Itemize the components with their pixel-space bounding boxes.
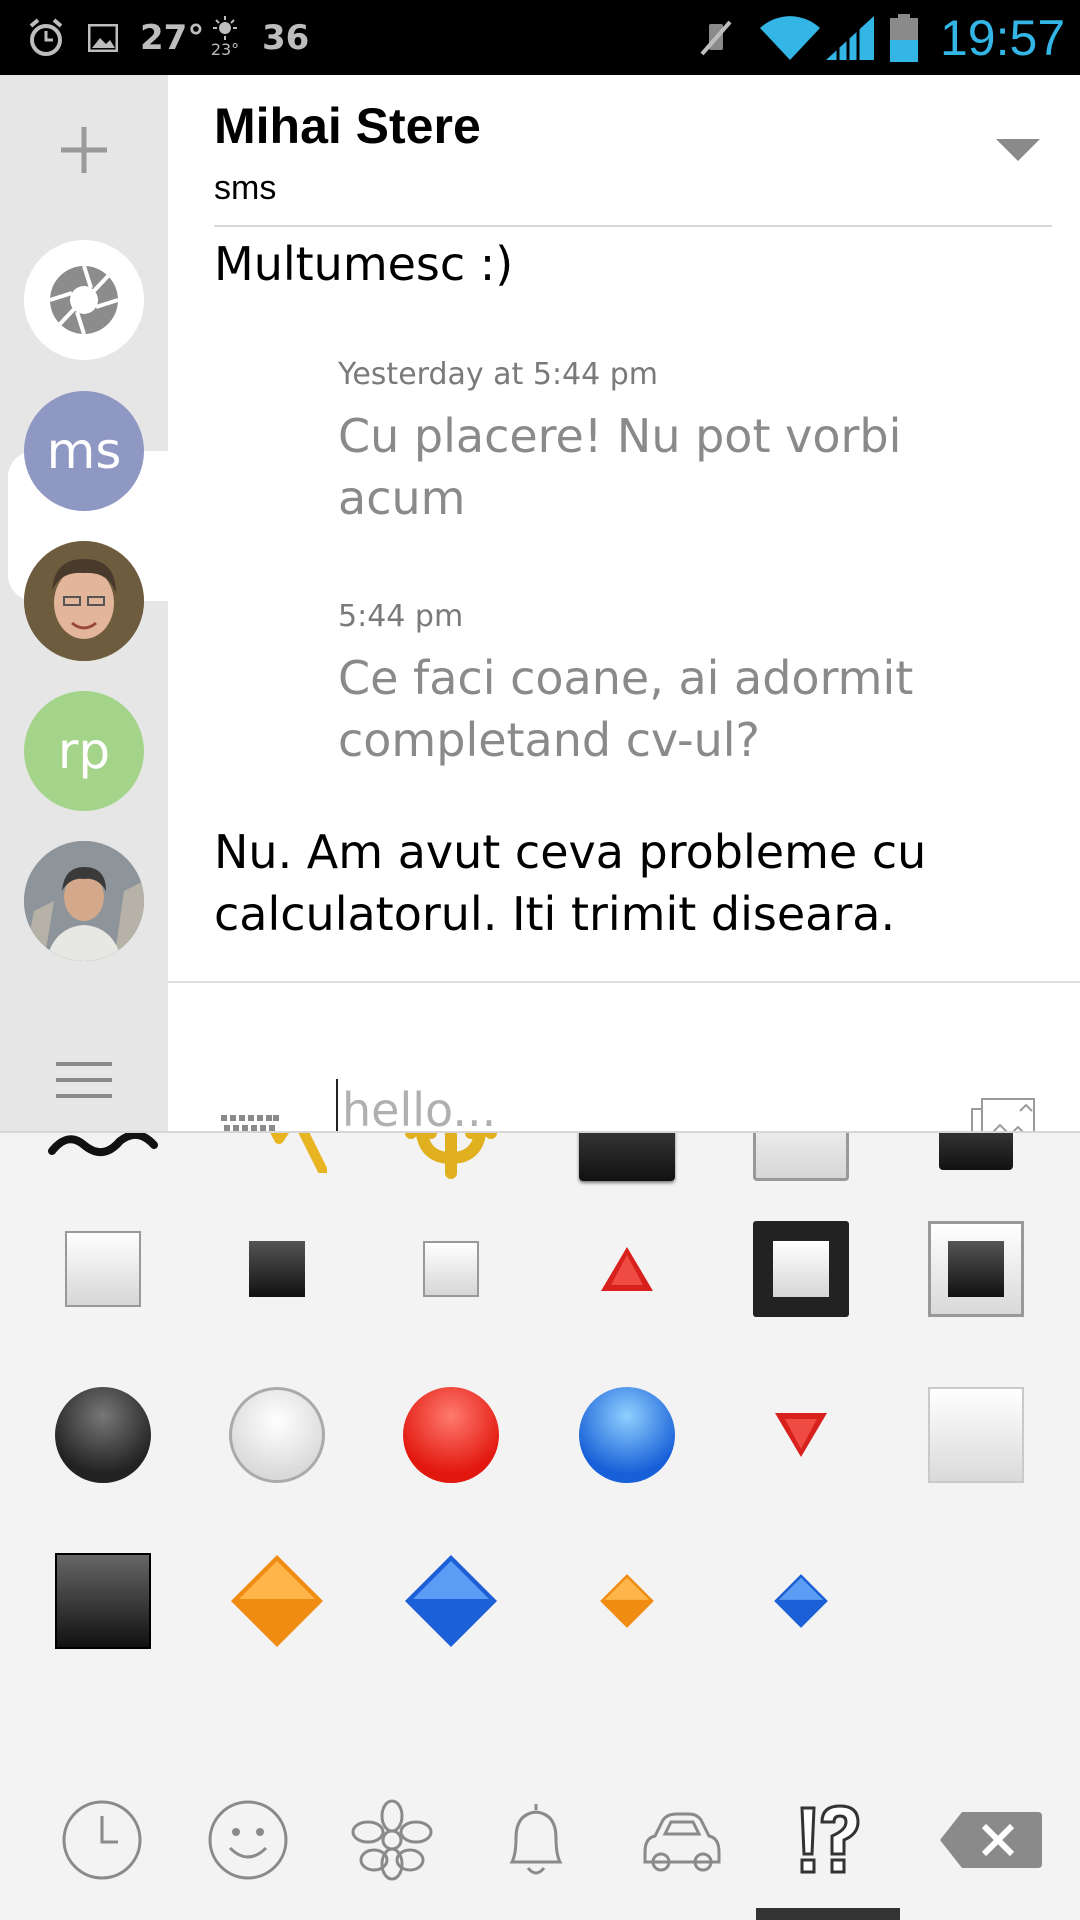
white-square-shape <box>928 1387 1024 1483</box>
white-circle-shape <box>229 1387 325 1483</box>
menu-button[interactable] <box>24 1025 144 1135</box>
avatar-initials: ms <box>46 422 122 480</box>
backspace-icon <box>940 1812 1042 1868</box>
exclamation-question-icon <box>800 1804 860 1874</box>
black-square-shape <box>55 1553 151 1649</box>
emoji-white-small-square[interactable] <box>363 1189 539 1349</box>
channel-label: sms <box>214 169 277 207</box>
conversation-dropdown[interactable] <box>988 125 1048 175</box>
objects-tab[interactable] <box>464 1780 608 1900</box>
white-square-shape <box>753 1133 849 1181</box>
emoji-blue-circle[interactable] <box>539 1355 715 1515</box>
message-outgoing: Multumesc :) <box>214 237 514 291</box>
message-timestamp: Yesterday at 5:44 pm <box>338 357 659 392</box>
emoji-small-blue-diamond[interactable] <box>713 1521 889 1681</box>
message-timestamp: 5:44 pm <box>338 599 464 634</box>
clock-icon <box>62 1800 142 1880</box>
avatar-initials: rp <box>57 722 111 780</box>
emoji-white-medium-small-square[interactable] <box>15 1189 191 1349</box>
orange-diamond-icon <box>600 1574 654 1628</box>
trident-emblem-icon <box>405 1133 497 1179</box>
emoji-large-orange-diamond[interactable] <box>189 1521 365 1681</box>
red-triangle-up-icon <box>601 1247 653 1291</box>
wifi-icon <box>760 0 820 75</box>
car-icon <box>643 1812 721 1872</box>
contact-name: Mihai Stere <box>214 98 481 154</box>
emoji-black-square-button[interactable] <box>713 1189 889 1349</box>
emoji-category-bar <box>0 1780 1080 1920</box>
chevron-down-icon <box>996 139 1040 161</box>
blue-diamond-icon <box>774 1574 828 1628</box>
person-photo-icon <box>24 541 144 661</box>
contact-avatar-rp[interactable]: rp <box>24 691 144 811</box>
weather-small-temp: 23° <box>210 40 240 59</box>
status-bar: 27° 23° 36 19:57 <box>0 0 1080 75</box>
emoji-large-blue-diamond[interactable] <box>363 1521 539 1681</box>
recent-tab[interactable] <box>30 1780 174 1900</box>
battery-icon <box>890 0 918 75</box>
places-tab[interactable] <box>610 1780 754 1900</box>
plus-icon <box>61 127 107 173</box>
smiley-icon <box>208 1800 288 1880</box>
sun-icon <box>213 16 237 40</box>
red-circle-shape <box>403 1387 499 1483</box>
header-divider <box>214 225 1052 227</box>
camera-button[interactable] <box>24 240 144 360</box>
nature-tab[interactable] <box>320 1780 464 1900</box>
contact-avatar-photo-2[interactable] <box>24 841 144 961</box>
emoji-black-small-square[interactable] <box>189 1189 365 1349</box>
black-square-shape <box>249 1241 305 1297</box>
message-incoming: Ce faci coane, ai adormit completand cv-… <box>338 651 914 767</box>
app-root: 27° 23° 36 19:57 ms rp Mihai Stere sms M… <box>0 0 1080 1920</box>
temperature: 27° <box>140 17 205 58</box>
white-square-shape <box>423 1241 479 1297</box>
orange-diamond-icon <box>231 1555 323 1647</box>
contact-avatar-photo-1[interactable] <box>24 541 144 661</box>
emoji-black-large-square[interactable] <box>15 1521 191 1681</box>
red-triangle-down-icon <box>775 1413 827 1457</box>
contact-avatar-ms[interactable]: ms <box>24 391 144 511</box>
signal-icon <box>826 0 874 75</box>
flower-icon <box>351 1799 433 1881</box>
white-square-shape <box>65 1231 141 1307</box>
wavy-dash-icon <box>48 1133 158 1156</box>
weather-widget: 23° <box>210 0 240 75</box>
blue-diamond-icon <box>405 1555 497 1647</box>
emoji-small-orange-diamond[interactable] <box>539 1521 715 1681</box>
emoji-red-triangle-up[interactable] <box>539 1189 715 1349</box>
vibrate-off-icon <box>696 0 736 75</box>
message-incoming: Cu placere! Nu pot vorbi acum <box>338 409 902 525</box>
conversation-pane: Mihai Stere sms Multumesc :) Yesterday a… <box>168 75 1080 1162</box>
person-photo-icon <box>24 841 144 961</box>
blue-circle-shape <box>579 1387 675 1483</box>
black-square-button-shape <box>753 1221 849 1317</box>
symbols-tab[interactable] <box>756 1780 900 1900</box>
alarm-icon <box>28 0 64 75</box>
part-alternation-mark-icon <box>270 1133 327 1173</box>
black-square-shape <box>939 1133 1013 1170</box>
composer-divider <box>168 981 1080 983</box>
message-outgoing: Nu. Am avut ceva probleme cu calculatoru… <box>214 825 927 941</box>
backspace-button[interactable] <box>920 1780 1060 1900</box>
bell-icon <box>509 1804 563 1875</box>
notification-count: 36 <box>262 17 310 58</box>
black-square-shape <box>579 1133 675 1181</box>
add-conversation-button[interactable] <box>24 105 144 195</box>
gallery-icon <box>88 0 118 75</box>
emoji-white-square-button[interactable] <box>888 1189 1064 1349</box>
white-square-button-shape <box>928 1221 1024 1317</box>
selected-tab-indicator <box>756 1908 900 1920</box>
emoji-white-large-square[interactable] <box>888 1355 1064 1515</box>
clock: 19:57 <box>940 9 1066 66</box>
emoji-white-circle[interactable] <box>189 1355 365 1515</box>
emoji-red-triangle-down[interactable] <box>713 1355 889 1515</box>
camera-shutter-icon <box>49 265 119 335</box>
smileys-tab[interactable] <box>176 1780 320 1900</box>
hamburger-menu-icon <box>56 1062 112 1098</box>
emoji-black-circle[interactable] <box>15 1355 191 1515</box>
contacts-rail: ms rp <box>0 75 168 1131</box>
black-circle-shape <box>55 1387 151 1483</box>
emoji-red-circle[interactable] <box>363 1355 539 1515</box>
